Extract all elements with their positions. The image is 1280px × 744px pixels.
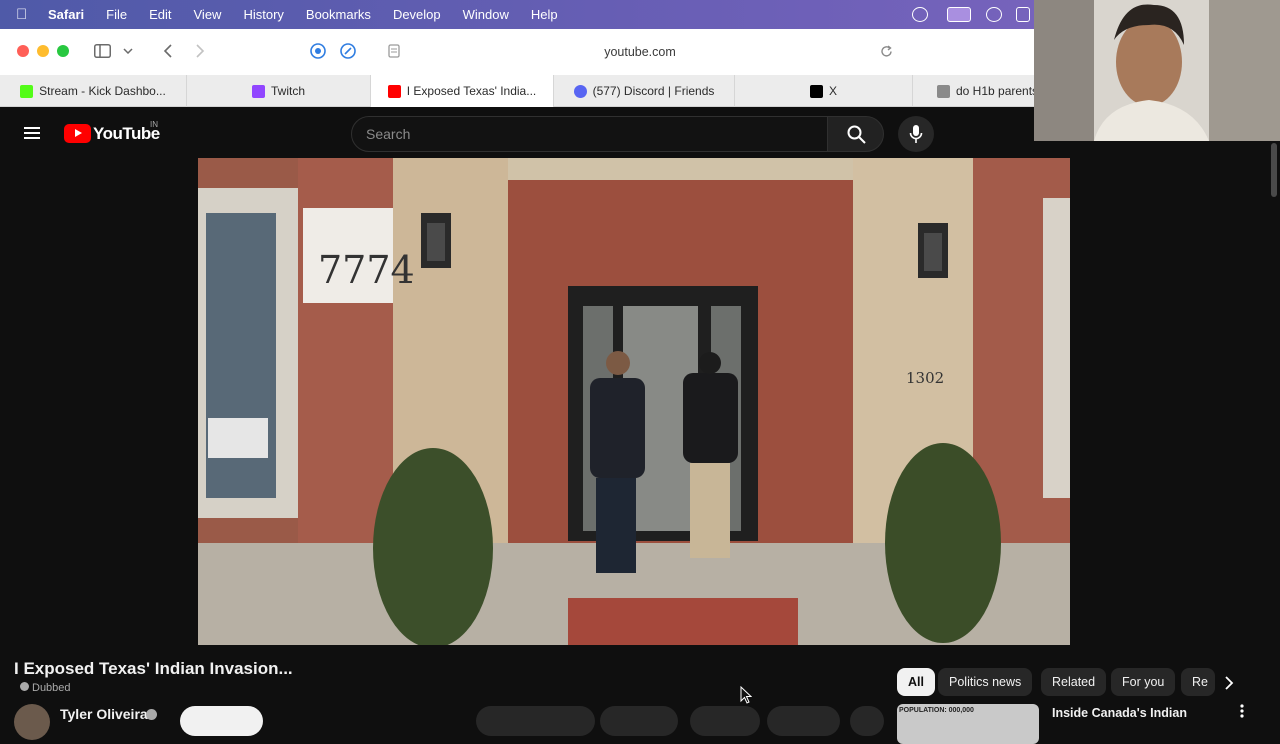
- zoom-window-button[interactable]: [57, 45, 69, 57]
- chip-truncated[interactable]: Re: [1181, 668, 1215, 696]
- youtube-logo-icon[interactable]: [64, 124, 91, 143]
- thumbnail-text: POPULATION: 000,000: [899, 707, 974, 714]
- tab-discord[interactable]: (577) Discord | Friends: [554, 75, 735, 107]
- close-window-button[interactable]: [17, 45, 29, 57]
- status-icon-1[interactable]: [912, 7, 928, 22]
- house-number-right: 1302: [906, 369, 944, 387]
- webcam-frame: [1034, 0, 1280, 141]
- tab-x[interactable]: X: [735, 75, 913, 107]
- apple-icon[interactable]: : [16, 6, 30, 23]
- menu-help[interactable]: Help: [531, 7, 558, 22]
- play-status-icon[interactable]: [986, 7, 1002, 22]
- tab-kick[interactable]: Stream - Kick Dashbo...: [0, 75, 187, 107]
- chip-politics-news[interactable]: Politics news: [938, 668, 1033, 696]
- video-player[interactable]: 7774 1302: [198, 158, 1070, 645]
- menu-view[interactable]: View: [194, 7, 222, 22]
- country-code: IN: [150, 120, 158, 129]
- menu-edit[interactable]: Edit: [149, 7, 171, 22]
- screen-share-icon[interactable]: [947, 7, 971, 22]
- chip-for-you[interactable]: For you: [1111, 668, 1176, 696]
- sidebar-icon[interactable]: [94, 44, 111, 58]
- minimize-window-button[interactable]: [37, 45, 49, 57]
- webcam-overlay: [1034, 0, 1280, 141]
- search-button[interactable]: [827, 116, 884, 152]
- discord-favicon-icon: [573, 84, 587, 98]
- tab-label: (577) Discord | Friends: [592, 84, 715, 98]
- youtube-favicon-icon: [387, 84, 401, 98]
- tab-twitch[interactable]: Twitch: [187, 75, 371, 107]
- chevron-right-icon[interactable]: [1224, 676, 1234, 690]
- twitch-favicon-icon: [251, 84, 265, 98]
- google-favicon-icon: [937, 84, 950, 98]
- ask-button[interactable]: [690, 706, 760, 736]
- reload-icon[interactable]: [880, 45, 893, 58]
- tab-label: X: [828, 84, 837, 98]
- menu-window[interactable]: Window: [463, 7, 509, 22]
- search-icon: [847, 125, 866, 144]
- tab-label: I Exposed Texas' India...: [406, 84, 537, 98]
- chip-related[interactable]: Related: [1041, 668, 1107, 696]
- chevron-down-icon[interactable]: [123, 48, 133, 54]
- kick-favicon-icon: [20, 84, 34, 98]
- share-button[interactable]: [600, 706, 678, 736]
- tab-label: Stream - Kick Dashbo...: [39, 84, 166, 98]
- save-button[interactable]: [767, 706, 840, 736]
- video-frame: 7774 1302: [198, 158, 1070, 645]
- forward-icon[interactable]: [195, 44, 205, 58]
- dubbed-label: Dubbed: [32, 682, 71, 694]
- back-icon[interactable]: [163, 44, 173, 58]
- scrollbar-thumb[interactable]: [1271, 143, 1277, 197]
- tab-label: Twitch: [270, 84, 305, 98]
- more-actions-button[interactable]: [850, 706, 884, 736]
- video-title: I Exposed Texas' Indian Invasion...: [14, 659, 293, 678]
- menu-app-name[interactable]: Safari: [48, 7, 84, 22]
- house-number-left: 7774: [318, 248, 415, 292]
- status-icon-4[interactable]: [1016, 7, 1030, 22]
- address-bar[interactable]: youtube.com: [540, 45, 740, 59]
- x-favicon-icon: [809, 84, 823, 98]
- voice-search-button[interactable]: [898, 116, 934, 152]
- tab-youtube-video[interactable]: I Exposed Texas' India...: [371, 75, 554, 107]
- menu-develop[interactable]: Develop: [393, 7, 441, 22]
- extension-icon-2[interactable]: [340, 43, 356, 59]
- more-vert-icon[interactable]: [1240, 704, 1244, 718]
- channel-avatar[interactable]: [14, 704, 50, 740]
- extension-icon-1[interactable]: [310, 43, 326, 59]
- dubbed-badge: Dubbed: [20, 682, 71, 694]
- menu-file[interactable]: File: [106, 7, 127, 22]
- reader-icon[interactable]: [388, 44, 400, 58]
- microphone-icon: [909, 125, 923, 143]
- tab-label: do H1b parents: [956, 84, 1039, 98]
- subscribe-button[interactable]: [180, 706, 263, 736]
- verified-icon: [146, 709, 157, 720]
- recommended-title[interactable]: Inside Canada's Indian: [1052, 706, 1187, 720]
- search-input[interactable]: Search: [351, 116, 828, 152]
- dubbed-icon: [20, 682, 29, 691]
- menu-hamburger-icon[interactable]: [24, 127, 40, 139]
- menu-bookmarks[interactable]: Bookmarks: [306, 7, 371, 22]
- chip-all[interactable]: All: [897, 668, 935, 696]
- mouse-cursor-icon: [740, 686, 752, 704]
- like-dislike-button[interactable]: [476, 706, 595, 736]
- page-scrollbar[interactable]: [1268, 141, 1280, 720]
- menu-history[interactable]: History: [243, 7, 283, 22]
